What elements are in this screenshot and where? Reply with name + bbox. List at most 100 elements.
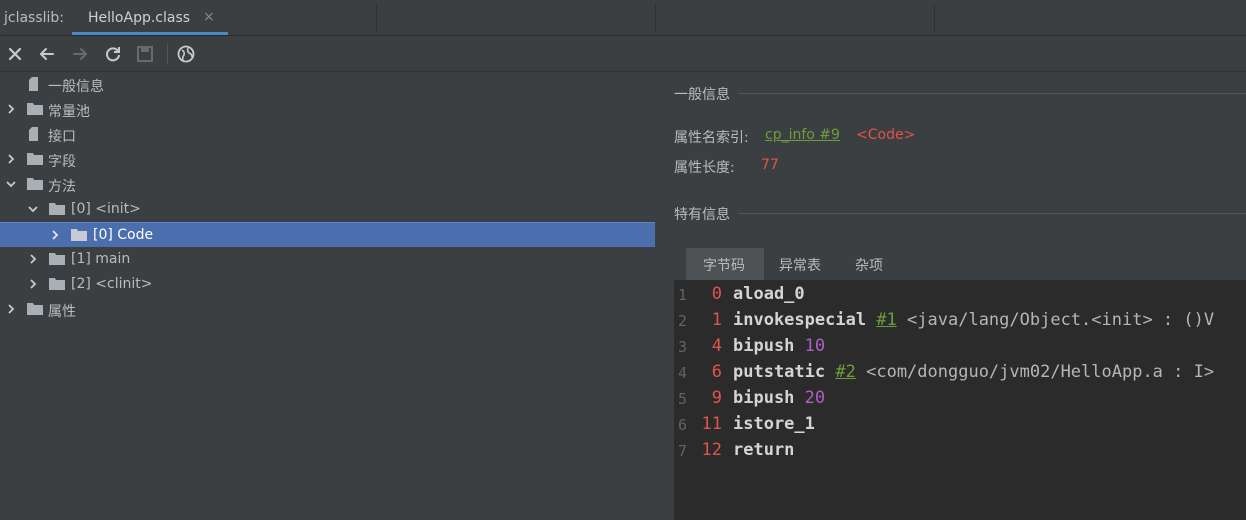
tree-item-code[interactable]: [0] Code <box>0 222 655 247</box>
tool-window-title: jclasslib: <box>4 10 65 26</box>
line-number: 3 <box>678 338 688 356</box>
opcode: putstatic <box>733 362 826 382</box>
constant-pool-ref-link[interactable]: #2 <box>835 362 855 382</box>
attr-length-label: 属性长度: <box>674 160 735 176</box>
splitter[interactable] <box>656 72 674 520</box>
bytecode-instruction: putstatic #2 <com/dongguo/jvm02/HelloApp… <box>733 362 1214 382</box>
attr-length-value: 77 <box>761 157 779 173</box>
bytecode-instruction: bipush 20 <box>733 388 825 408</box>
chevron-down-icon[interactable] <box>27 203 39 215</box>
bytecode-line: 2 1 invokespecial #1 <java/lang/Object.<in… <box>674 308 1246 334</box>
tree-item-general-info[interactable]: 一般信息 <box>0 72 656 97</box>
toolbar <box>0 36 1246 72</box>
tree-item-label: [0] <init> <box>71 201 141 217</box>
general-info-title: 一般信息 <box>674 87 730 103</box>
toolbar-separator <box>167 44 168 64</box>
tab-exception-table[interactable]: 异常表 <box>764 248 840 280</box>
bytecode-offset: 9 <box>711 388 722 408</box>
forward-arrow-icon[interactable] <box>70 44 90 64</box>
bytecode-view[interactable]: 1 0 aload_0 2 1 invokespecial #1 <java/lang/O… <box>674 280 1246 520</box>
tree-item-label: [0] Code <box>93 227 154 243</box>
tree-item-label: 属性 <box>48 304 76 320</box>
chevron-right-icon[interactable] <box>27 278 39 290</box>
folder-icon <box>48 201 66 217</box>
tree-item-attributes[interactable]: 属性 <box>0 297 656 322</box>
tree-item-interfaces[interactable]: 接口 <box>0 122 656 147</box>
operand-description: <com/dongguo/jvm02/HelloApp.a : I> <box>866 362 1215 382</box>
chevron-right-icon[interactable] <box>5 103 17 115</box>
bytecode-instruction: invokespecial #1 <java/lang/Object.<init… <box>733 310 1214 330</box>
tree-item-label: 一般信息 <box>48 79 104 95</box>
folder-icon <box>48 276 66 292</box>
tab-close-icon[interactable]: × <box>203 9 215 25</box>
chevron-right-icon[interactable] <box>5 303 17 315</box>
bytecode-instruction: aload_0 <box>733 284 805 304</box>
bytecode-line: 1 0 aload_0 <box>674 282 1246 308</box>
operand-number: 10 <box>804 336 826 356</box>
bytecode-offset: 6 <box>711 362 722 382</box>
chevron-right-icon[interactable] <box>49 229 61 241</box>
bytecode-offset: 11 <box>701 414 722 434</box>
tab-label: 杂项 <box>855 258 883 274</box>
editor-tab-bar: jclasslib: HelloApp.class × <box>0 0 1246 36</box>
file-icon <box>26 76 44 92</box>
tab-bytecode[interactable]: 字节码 <box>686 248 764 280</box>
bytecode-instruction: return <box>733 440 794 460</box>
tab-separator <box>934 4 935 32</box>
bytecode-line: 5 9 bipush 20 <box>674 386 1246 412</box>
tab-separator <box>376 4 377 32</box>
opcode: bipush <box>733 336 795 356</box>
close-icon[interactable] <box>5 44 25 64</box>
bytecode-line: 4 6 putstatic #2 <com/dongguo/jvm02/HelloA… <box>674 360 1246 386</box>
folder-icon <box>26 101 44 117</box>
chevron-down-icon[interactable] <box>5 178 17 190</box>
back-arrow-icon[interactable] <box>37 44 57 64</box>
opcode: istore_1 <box>733 414 815 434</box>
constant-pool-ref-link[interactable]: #1 <box>876 310 896 330</box>
tree-item-label: 字段 <box>48 154 76 170</box>
operand-number: 20 <box>804 388 826 408</box>
save-icon[interactable] <box>135 44 155 64</box>
bytecode-instruction: bipush 10 <box>733 336 825 356</box>
bytecode-line: 3 4 bipush 10 <box>674 334 1246 360</box>
tree-item-label: 接口 <box>48 129 76 145</box>
cp-info-link[interactable]: cp_info #9 <box>765 127 840 143</box>
section-divider <box>738 93 1246 94</box>
tab-helloapp-class[interactable]: HelloApp.class × <box>72 0 228 35</box>
opcode: return <box>733 440 795 460</box>
bytecode-line: 7 12 return <box>674 438 1246 464</box>
detail-pane: 一般信息 属性名索引: cp_info #9 <Code> 属性长度: 77 特… <box>674 72 1246 520</box>
tree-item-label: 常量池 <box>48 104 90 120</box>
operand-description: <java/lang/Object.<init> : ()V <box>907 310 1215 330</box>
line-number: 2 <box>678 312 688 330</box>
folder-icon <box>26 176 44 192</box>
web-icon[interactable] <box>176 44 196 64</box>
refresh-icon[interactable] <box>103 44 123 64</box>
structure-tree: 一般信息 常量池 接口 字段 方法 [0] <init> [0] Code [1… <box>0 72 656 520</box>
tree-item-constant-pool[interactable]: 常量池 <box>0 97 656 122</box>
line-number: 5 <box>678 390 688 408</box>
bytecode-instruction: istore_1 <box>733 414 815 434</box>
bytecode-offset: 1 <box>711 310 722 330</box>
tree-item-method-clinit[interactable]: [2] <clinit> <box>0 272 656 297</box>
tree-item-label: [1] main <box>71 251 131 267</box>
chevron-right-icon[interactable] <box>5 153 17 165</box>
tree-item-method-main[interactable]: [1] main <box>0 247 656 272</box>
tab-title[interactable]: HelloApp.class <box>88 10 190 26</box>
tree-item-method-init[interactable]: [0] <init> <box>0 197 656 222</box>
tree-item-methods[interactable]: 方法 <box>0 172 656 197</box>
chevron-right-icon[interactable] <box>27 253 39 265</box>
tree-item-label: [2] <clinit> <box>71 276 153 292</box>
file-icon <box>26 126 44 142</box>
folder-icon <box>26 301 44 317</box>
opcode: invokespecial <box>733 310 867 330</box>
line-number: 1 <box>678 286 688 304</box>
tree-item-label: 方法 <box>48 179 76 195</box>
bytecode-offset: 12 <box>701 440 722 460</box>
line-number: 6 <box>678 416 688 434</box>
opcode: bipush <box>733 388 795 408</box>
tab-label: 字节码 <box>703 258 745 274</box>
tree-item-fields[interactable]: 字段 <box>0 147 656 172</box>
bytecode-offset: 0 <box>711 284 722 304</box>
tab-misc[interactable]: 杂项 <box>840 248 900 280</box>
